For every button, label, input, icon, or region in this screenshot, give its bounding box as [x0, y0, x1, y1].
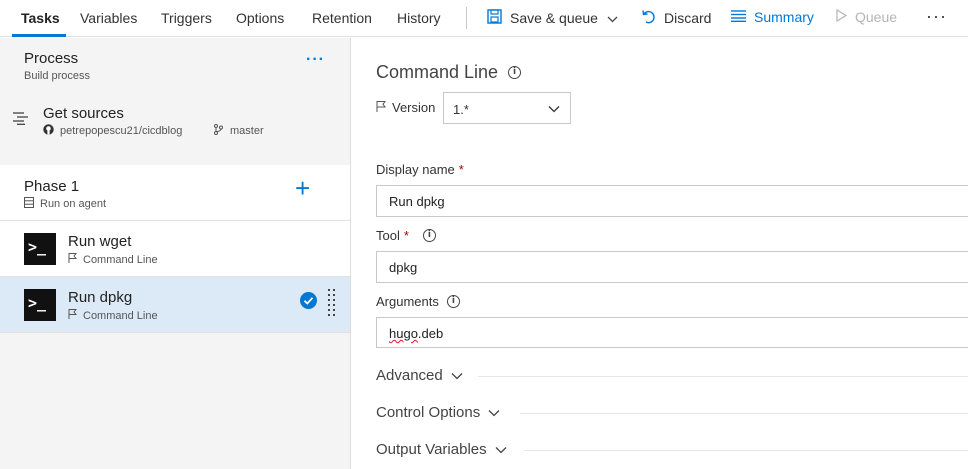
version-value: 1.*: [453, 102, 469, 117]
chevron-down-icon[interactable]: [607, 10, 618, 26]
tab-triggers[interactable]: Triggers: [161, 10, 212, 26]
branch-name: master: [230, 125, 264, 137]
section-advanced[interactable]: Advanced: [376, 367, 463, 384]
tab-variables[interactable]: Variables: [80, 10, 137, 26]
section-divider: [524, 450, 968, 451]
chevron-down-icon: [548, 101, 560, 116]
get-sources-icon: [13, 111, 30, 128]
tab-options[interactable]: Options: [236, 10, 284, 26]
get-sources-title: Get sources: [43, 105, 124, 122]
info-icon[interactable]: i: [508, 66, 522, 79]
summary-label: Summary: [754, 9, 814, 25]
server-icon: [24, 197, 34, 211]
pipeline-tree-pane: Process Build process ··· Get sources pe…: [0, 38, 351, 469]
tab-tasks[interactable]: Tasks: [21, 10, 60, 26]
queue-label: Queue: [855, 9, 898, 25]
checkmark-icon[interactable]: [300, 292, 317, 309]
github-icon: [43, 124, 54, 138]
chevron-down-icon: [488, 404, 500, 421]
repository-info: petrepopescu21/cicdblog: [43, 124, 182, 138]
queue-button[interactable]: Queue: [836, 8, 898, 25]
arguments-rest: .deb: [417, 326, 444, 341]
process-title: Process: [24, 50, 79, 67]
info-icon[interactable]: i: [446, 295, 460, 308]
arguments-label-text: Arguments: [376, 294, 439, 309]
section-control-options[interactable]: Control Options: [376, 404, 500, 421]
terminal-icon: >_: [24, 289, 56, 321]
section-divider: [520, 413, 968, 414]
task-title: Run wget: [68, 233, 132, 250]
section-label: Output Variables: [376, 441, 487, 458]
process-more-icon[interactable]: ···: [306, 51, 325, 69]
terminal-icon: >_: [24, 233, 56, 265]
play-icon: [836, 8, 848, 25]
save-icon: [487, 9, 502, 27]
add-task-icon[interactable]: +: [295, 175, 310, 201]
section-label: Advanced: [376, 367, 443, 384]
info-icon[interactable]: i: [422, 229, 436, 242]
repository-name: petrepopescu21/cicdblog: [60, 125, 183, 137]
flag-icon: [376, 100, 386, 115]
section-label: Control Options: [376, 404, 481, 421]
section-output-variables[interactable]: Output Variables: [376, 441, 507, 458]
tool-label: Tool * i: [376, 228, 436, 243]
phase-subtitle: Run on agent: [24, 197, 106, 211]
more-options-icon[interactable]: ···: [926, 6, 947, 27]
summary-button[interactable]: Summary: [731, 9, 814, 25]
undo-icon: [641, 9, 656, 27]
active-tab-indicator: [12, 34, 66, 37]
display-name-label-text: Display name: [376, 162, 455, 177]
display-name-field[interactable]: Run dpkg: [376, 185, 968, 217]
section-divider: [478, 376, 968, 377]
tab-history[interactable]: History: [397, 10, 441, 26]
version-label: Version: [376, 100, 435, 115]
toolbar: Tasks Variables Triggers Options Retenti…: [0, 0, 968, 37]
version-label-text: Version: [392, 100, 436, 115]
task-details-title-text: Command Line: [376, 62, 499, 82]
phase-item[interactable]: Phase 1 Run on agent +: [0, 165, 350, 221]
toolbar-divider: [466, 7, 467, 29]
chevron-down-icon: [495, 441, 507, 458]
phase-title: Phase 1: [24, 178, 80, 195]
required-marker: *: [458, 162, 464, 177]
save-queue-label: Save & queue: [510, 10, 598, 26]
branch-icon: [214, 124, 223, 138]
task-subtitle-text: Command Line: [83, 309, 158, 322]
arguments-field[interactable]: hugo.deb: [376, 317, 968, 348]
task-item-run-dpkg[interactable]: >_ Run dpkg Command Line: [0, 277, 350, 333]
arguments-label: Arguments i: [376, 294, 460, 309]
chevron-down-icon: [451, 367, 463, 384]
task-subtitle: Command Line: [68, 309, 158, 322]
tool-field[interactable]: dpkg: [376, 251, 968, 283]
list-icon: [731, 9, 746, 25]
display-name-label: Display name *: [376, 162, 464, 177]
task-details-title: Command Line i: [376, 62, 522, 83]
tab-retention[interactable]: Retention: [312, 10, 372, 26]
flag-icon: [68, 253, 78, 266]
phase-subtitle-text: Run on agent: [40, 198, 107, 210]
process-subtitle: Build process: [24, 70, 91, 82]
task-details-pane: Command Line i Version 1.* Display name …: [352, 38, 968, 469]
task-subtitle-text: Command Line: [83, 253, 158, 266]
discard-button[interactable]: Discard: [641, 9, 711, 27]
task-title: Run dpkg: [68, 289, 133, 306]
branch-info: master: [214, 124, 264, 138]
flag-icon: [68, 309, 78, 322]
drag-handle-icon[interactable]: [328, 289, 336, 319]
task-subtitle: Command Line: [68, 253, 158, 266]
tool-label-text: Tool: [376, 228, 400, 243]
spellcheck-word: hugo: [389, 326, 418, 341]
task-item-run-wget[interactable]: >_ Run wget Command Line: [0, 221, 350, 277]
required-marker: *: [403, 228, 409, 243]
version-select[interactable]: 1.*: [443, 92, 571, 124]
discard-label: Discard: [664, 10, 712, 26]
save-queue-button[interactable]: Save & queue: [487, 9, 618, 27]
